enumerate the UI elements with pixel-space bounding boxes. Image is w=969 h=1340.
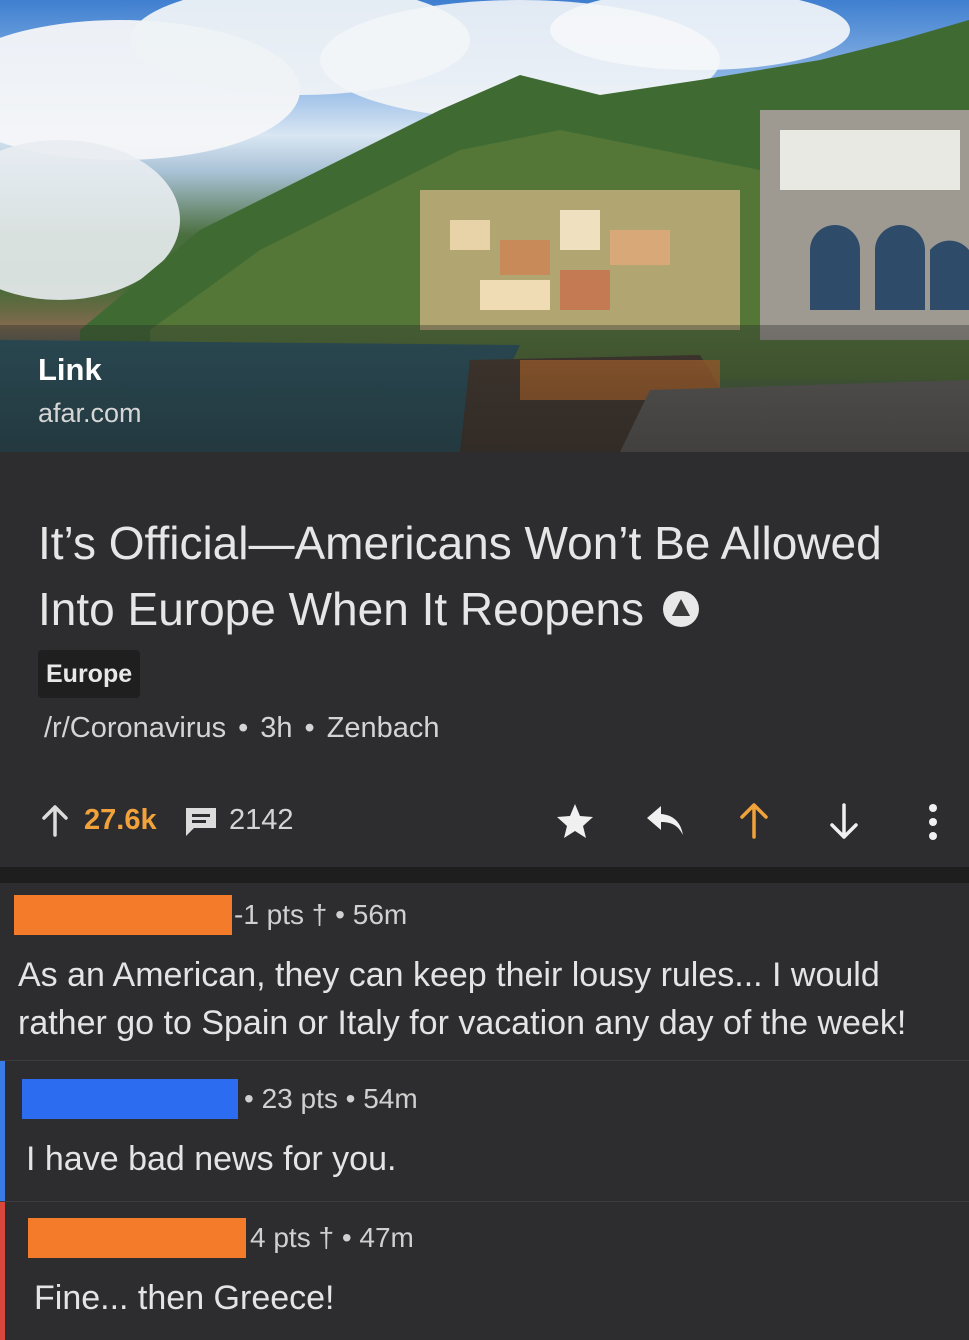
- post-flair[interactable]: Europe: [38, 650, 141, 698]
- upvote-arrow-icon[interactable]: [40, 804, 70, 838]
- post-actions-bar: 27.6k 2142: [0, 792, 969, 852]
- link-overlay: [0, 325, 969, 452]
- post-title-text: It’s Official—Americans Won’t Be Allowed…: [38, 517, 882, 635]
- separator-dot: •: [304, 712, 315, 744]
- thread-depth-bar: [0, 1061, 5, 1201]
- link-label: Link: [38, 352, 102, 387]
- comment-meta: 4 pts † • 47m: [250, 1222, 414, 1254]
- separator-dot: •: [238, 712, 249, 744]
- comments-icon[interactable]: [184, 806, 218, 838]
- post-age: 3h: [260, 712, 293, 744]
- comment-item[interactable]: • 23 pts • 54m I have bad news for you.: [0, 1061, 969, 1201]
- author-link[interactable]: Zenbach: [327, 712, 440, 744]
- comment-body: I have bad news for you.: [26, 1140, 397, 1178]
- comment-item[interactable]: -1 pts † • 56m As an American, they can …: [0, 883, 969, 1060]
- comment-meta: • 23 pts • 54m: [244, 1083, 418, 1115]
- post-meta: /r/Coronavirus • 3h • Zenbach: [44, 712, 440, 745]
- comment-meta: -1 pts † • 56m: [234, 899, 407, 931]
- section-divider: [0, 867, 969, 883]
- comment-meta-text: • 23 pts • 54m: [244, 1083, 418, 1114]
- comment-meta-text: 4 pts † • 47m: [250, 1222, 414, 1253]
- redacted-username: [28, 1218, 246, 1258]
- comment-body: Fine... then Greece!: [34, 1279, 335, 1317]
- downvote-icon[interactable]: [827, 802, 861, 840]
- post-container: It’s Official—Americans Won’t Be Allowed…: [0, 452, 969, 867]
- link-preview-image[interactable]: Link afar.com: [0, 0, 969, 452]
- comment-body: As an American, they can keep their lous…: [18, 956, 907, 1042]
- comment-count[interactable]: 2142: [229, 804, 294, 837]
- reply-icon[interactable]: [645, 804, 685, 838]
- subreddit-link[interactable]: /r/Coronavirus: [44, 712, 226, 744]
- comment-meta-text: -1 pts † • 56m: [234, 899, 408, 930]
- upvote-icon[interactable]: [737, 802, 771, 840]
- link-domain[interactable]: afar.com: [38, 398, 142, 429]
- comment-item[interactable]: 4 pts † • 47m Fine... then Greece!: [0, 1202, 969, 1340]
- redacted-username: [22, 1079, 238, 1119]
- redacted-username: [14, 895, 232, 935]
- more-options-icon[interactable]: [925, 802, 941, 842]
- post-score: 27.6k: [84, 804, 157, 836]
- star-icon[interactable]: [555, 802, 595, 840]
- thread-depth-bar: [0, 1202, 5, 1340]
- flair-triangle-icon: [662, 590, 699, 627]
- post-title[interactable]: It’s Official—Americans Won’t Be Allowed…: [38, 510, 938, 642]
